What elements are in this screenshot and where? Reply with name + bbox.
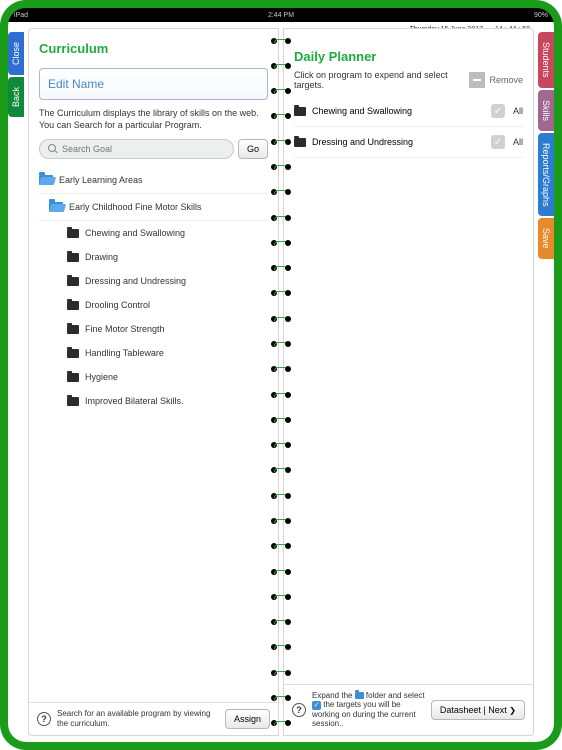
planner-item[interactable]: Chewing and Swallowing ✓ All	[294, 96, 523, 127]
skill-label: Hygiene	[85, 372, 118, 382]
skill-item[interactable]: Chewing and Swallowing	[39, 221, 268, 245]
skill-label: Drooling Control	[85, 300, 150, 310]
students-tab[interactable]: Students	[538, 32, 554, 88]
planner-subhead-row: Click on program to expend and select ta…	[284, 70, 533, 94]
skill-item[interactable]: Dressing and Undressing	[39, 269, 268, 293]
reports-tab[interactable]: Reports/Graphs	[538, 133, 554, 217]
search-input-wrap[interactable]	[39, 139, 234, 159]
folder-icon	[67, 253, 79, 262]
skill-label: Dressing and Undressing	[85, 276, 186, 286]
curriculum-footer-text: Search for an available program by viewi…	[57, 709, 219, 728]
curriculum-head: Curriculum	[29, 29, 278, 62]
remove-icon	[469, 72, 485, 88]
folder-icon	[67, 229, 79, 238]
checkbox-icon[interactable]: ✓	[491, 135, 505, 149]
planner-item-label: Dressing and Undressing	[312, 137, 485, 147]
planner-subhead: Click on program to expend and select ta…	[294, 70, 469, 90]
skills-tab[interactable]: Skills	[538, 90, 554, 131]
planner-head: Daily Planner	[284, 29, 533, 70]
skill-label: Drawing	[85, 252, 118, 262]
checkbox-icon[interactable]: ✓	[491, 104, 505, 118]
assign-button[interactable]: Assign	[225, 709, 270, 729]
left-tabs: Close Back	[8, 32, 24, 117]
skill-item[interactable]: Fine Motor Strength	[39, 317, 268, 341]
skill-label: Chewing and Swallowing	[85, 228, 185, 238]
folder-icon	[67, 349, 79, 358]
folder-icon	[67, 397, 79, 406]
search-input[interactable]	[62, 144, 225, 154]
folder-icon	[67, 373, 79, 382]
planner-title: Daily Planner	[294, 49, 523, 64]
planner-list: Chewing and Swallowing ✓ All Dressing an…	[284, 94, 533, 684]
foot-text-a: Expand the	[312, 691, 355, 700]
folder-icon	[294, 138, 306, 147]
chevron-right-icon: ❯	[509, 706, 516, 715]
planner-footer: ? Expand the folder and select ✓ the tar…	[284, 684, 533, 735]
mini-check-icon: ✓	[312, 701, 321, 710]
category-early-learning[interactable]: Early Learning Areas	[39, 167, 268, 194]
next-label: Datasheet | Next	[440, 705, 507, 715]
edit-name-box[interactable]: Edit Name	[39, 68, 268, 100]
folder-open-icon	[49, 202, 63, 212]
next-button[interactable]: Datasheet | Next ❯	[431, 700, 525, 720]
planner-item[interactable]: Dressing and Undressing ✓ All	[294, 127, 523, 158]
all-label: All	[513, 137, 523, 147]
status-center: 2:44 PM	[268, 12, 294, 19]
close-tab[interactable]: Close	[8, 32, 24, 75]
planner-footer-text: Expand the folder and select ✓ the targe…	[312, 691, 425, 729]
right-tabs: Students Skills Reports/Graphs Save	[538, 32, 554, 259]
planner-page: Daily Planner Click on program to expend…	[283, 28, 534, 736]
mini-folder-icon	[355, 692, 364, 699]
foot-text-c: the targets you will be working on durin…	[312, 700, 416, 728]
curriculum-page: Curriculum Edit Name The Curriculum disp…	[28, 28, 279, 736]
skill-item[interactable]: Drooling Control	[39, 293, 268, 317]
remove-button[interactable]: Remove	[469, 72, 523, 88]
category-label: Early Childhood Fine Motor Skills	[69, 202, 202, 212]
planner-item-label: Chewing and Swallowing	[312, 106, 485, 116]
go-button[interactable]: Go	[238, 139, 268, 159]
foot-text-b: folder and select	[364, 691, 425, 700]
help-icon[interactable]: ?	[37, 712, 51, 726]
skill-label: Improved Bilateral Skills.	[85, 396, 184, 406]
curriculum-title: Curriculum	[39, 41, 268, 56]
folder-open-icon	[39, 175, 53, 185]
device-inner: iPad 2:44 PM 90% Thursday 15 June 2017 1…	[8, 8, 554, 742]
skill-item[interactable]: Improved Bilateral Skills.	[39, 389, 268, 413]
all-label: All	[513, 106, 523, 116]
app-area: Thursday 15 June 2017 14 : 44 : 58 Close…	[8, 22, 554, 742]
save-tab[interactable]: Save	[538, 218, 554, 259]
folder-icon	[294, 107, 306, 116]
notebook: Curriculum Edit Name The Curriculum disp…	[8, 22, 554, 742]
back-tab[interactable]: Back	[8, 77, 24, 117]
curriculum-footer: ? Search for an available program by vie…	[29, 702, 278, 735]
search-row: Go	[29, 137, 278, 167]
curriculum-desc: The Curriculum displays the library of s…	[29, 106, 278, 137]
search-icon	[48, 144, 58, 154]
status-right: 90%	[534, 12, 548, 19]
skill-label: Fine Motor Strength	[85, 324, 165, 334]
device-frame: iPad 2:44 PM 90% Thursday 15 June 2017 1…	[0, 0, 562, 750]
skill-item[interactable]: Drawing	[39, 245, 268, 269]
curriculum-tree: Early Learning Areas Early Childhood Fin…	[29, 167, 278, 702]
folder-icon	[67, 325, 79, 334]
remove-label: Remove	[489, 75, 523, 85]
skill-item[interactable]: Hygiene	[39, 365, 268, 389]
category-label: Early Learning Areas	[59, 175, 143, 185]
help-icon[interactable]: ?	[292, 703, 306, 717]
skill-item[interactable]: Handling Tableware	[39, 341, 268, 365]
status-bar: iPad 2:44 PM 90%	[8, 8, 554, 22]
category-fine-motor[interactable]: Early Childhood Fine Motor Skills	[39, 194, 268, 221]
folder-icon	[67, 277, 79, 286]
status-left: iPad	[14, 12, 28, 19]
skill-label: Handling Tableware	[85, 348, 164, 358]
folder-icon	[67, 301, 79, 310]
